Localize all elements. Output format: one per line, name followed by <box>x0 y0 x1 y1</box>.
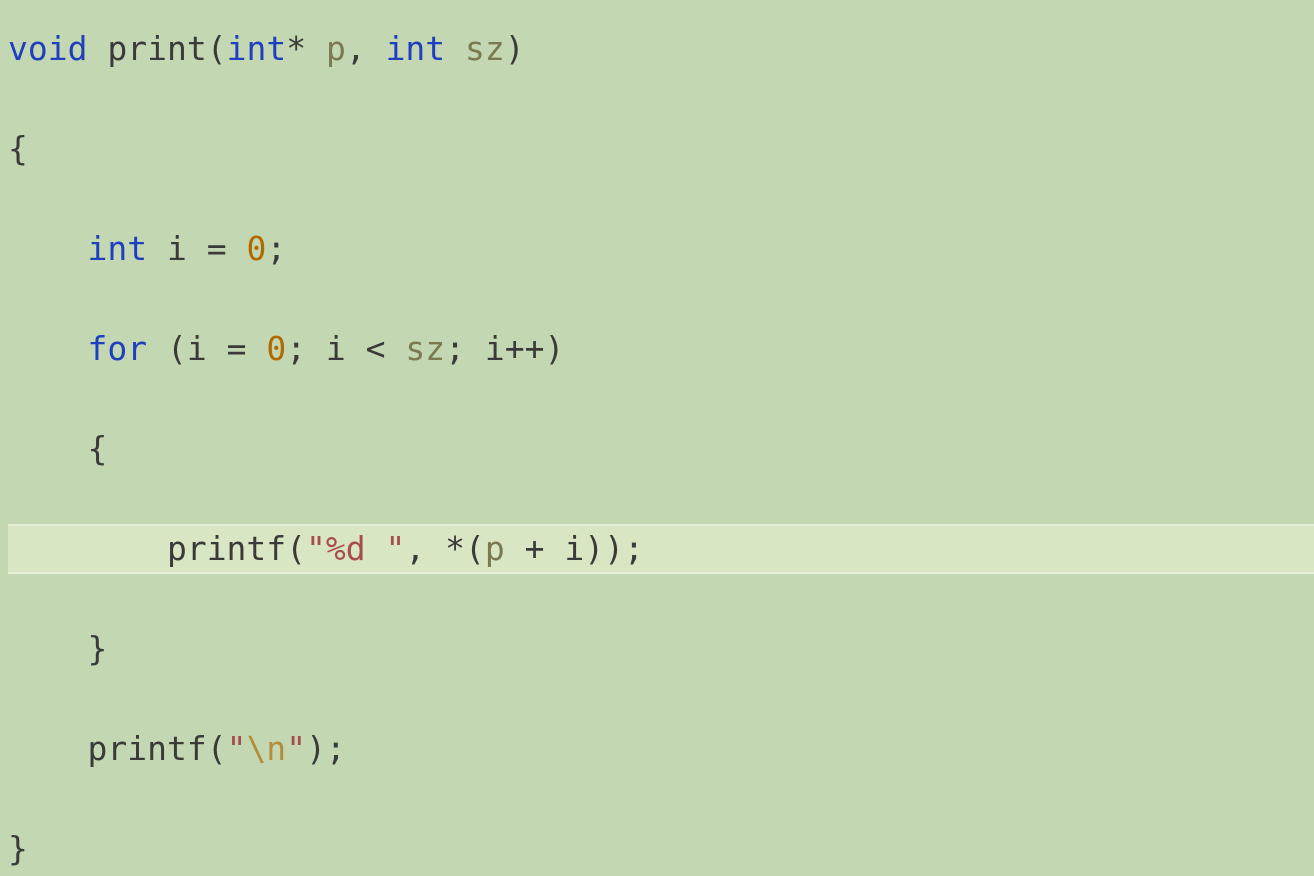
code-token: + i)); <box>505 529 644 568</box>
code-token <box>8 329 87 368</box>
code-token: ( <box>207 29 227 68</box>
code-token: printf( <box>87 729 226 768</box>
code-token: p <box>485 529 505 568</box>
code-token: i = <box>147 229 246 268</box>
code-token: printf( <box>167 529 306 568</box>
code-token: } <box>8 629 107 668</box>
code-token: 0 <box>246 229 266 268</box>
code-line[interactable]: printf("%d ", *(p + i)); <box>8 524 1314 574</box>
code-token: print <box>107 29 206 68</box>
code-token: sz <box>465 29 505 68</box>
code-token <box>87 29 107 68</box>
code-token: " <box>286 729 306 768</box>
code-token <box>8 529 167 568</box>
code-token <box>445 29 465 68</box>
code-token: int <box>227 29 287 68</box>
code-token: int <box>386 29 446 68</box>
code-token: int <box>87 229 147 268</box>
code-token: ) <box>505 29 525 68</box>
code-token: ); <box>306 729 346 768</box>
code-token: "%d " <box>306 529 405 568</box>
code-token: , *( <box>405 529 484 568</box>
code-line[interactable]: { <box>8 124 1314 174</box>
code-token: \n <box>246 729 286 768</box>
code-token: for <box>87 329 147 368</box>
code-line[interactable]: } <box>8 824 1314 874</box>
code-token: } <box>8 829 28 868</box>
code-token: sz <box>405 329 445 368</box>
code-line[interactable]: printf("\n"); <box>8 724 1314 774</box>
code-token: , <box>346 29 386 68</box>
code-line[interactable]: } <box>8 624 1314 674</box>
code-line[interactable]: int i = 0; <box>8 224 1314 274</box>
code-editor[interactable]: void print(int* p, int sz) { int i = 0; … <box>0 0 1314 876</box>
code-token: ; i < <box>286 329 405 368</box>
code-token: " <box>227 729 247 768</box>
code-token: (i = <box>147 329 266 368</box>
code-token: void <box>8 29 87 68</box>
code-token: ; <box>266 229 286 268</box>
code-token <box>8 729 87 768</box>
code-line[interactable]: void print(int* p, int sz) <box>8 24 1314 74</box>
code-token: 0 <box>266 329 286 368</box>
code-token: p <box>326 29 346 68</box>
code-token <box>8 229 87 268</box>
code-token: ; i++) <box>445 329 564 368</box>
code-line[interactable]: for (i = 0; i < sz; i++) <box>8 324 1314 374</box>
code-token: { <box>8 129 28 168</box>
code-line[interactable]: { <box>8 424 1314 474</box>
code-token: * <box>286 29 326 68</box>
code-token: { <box>8 429 107 468</box>
